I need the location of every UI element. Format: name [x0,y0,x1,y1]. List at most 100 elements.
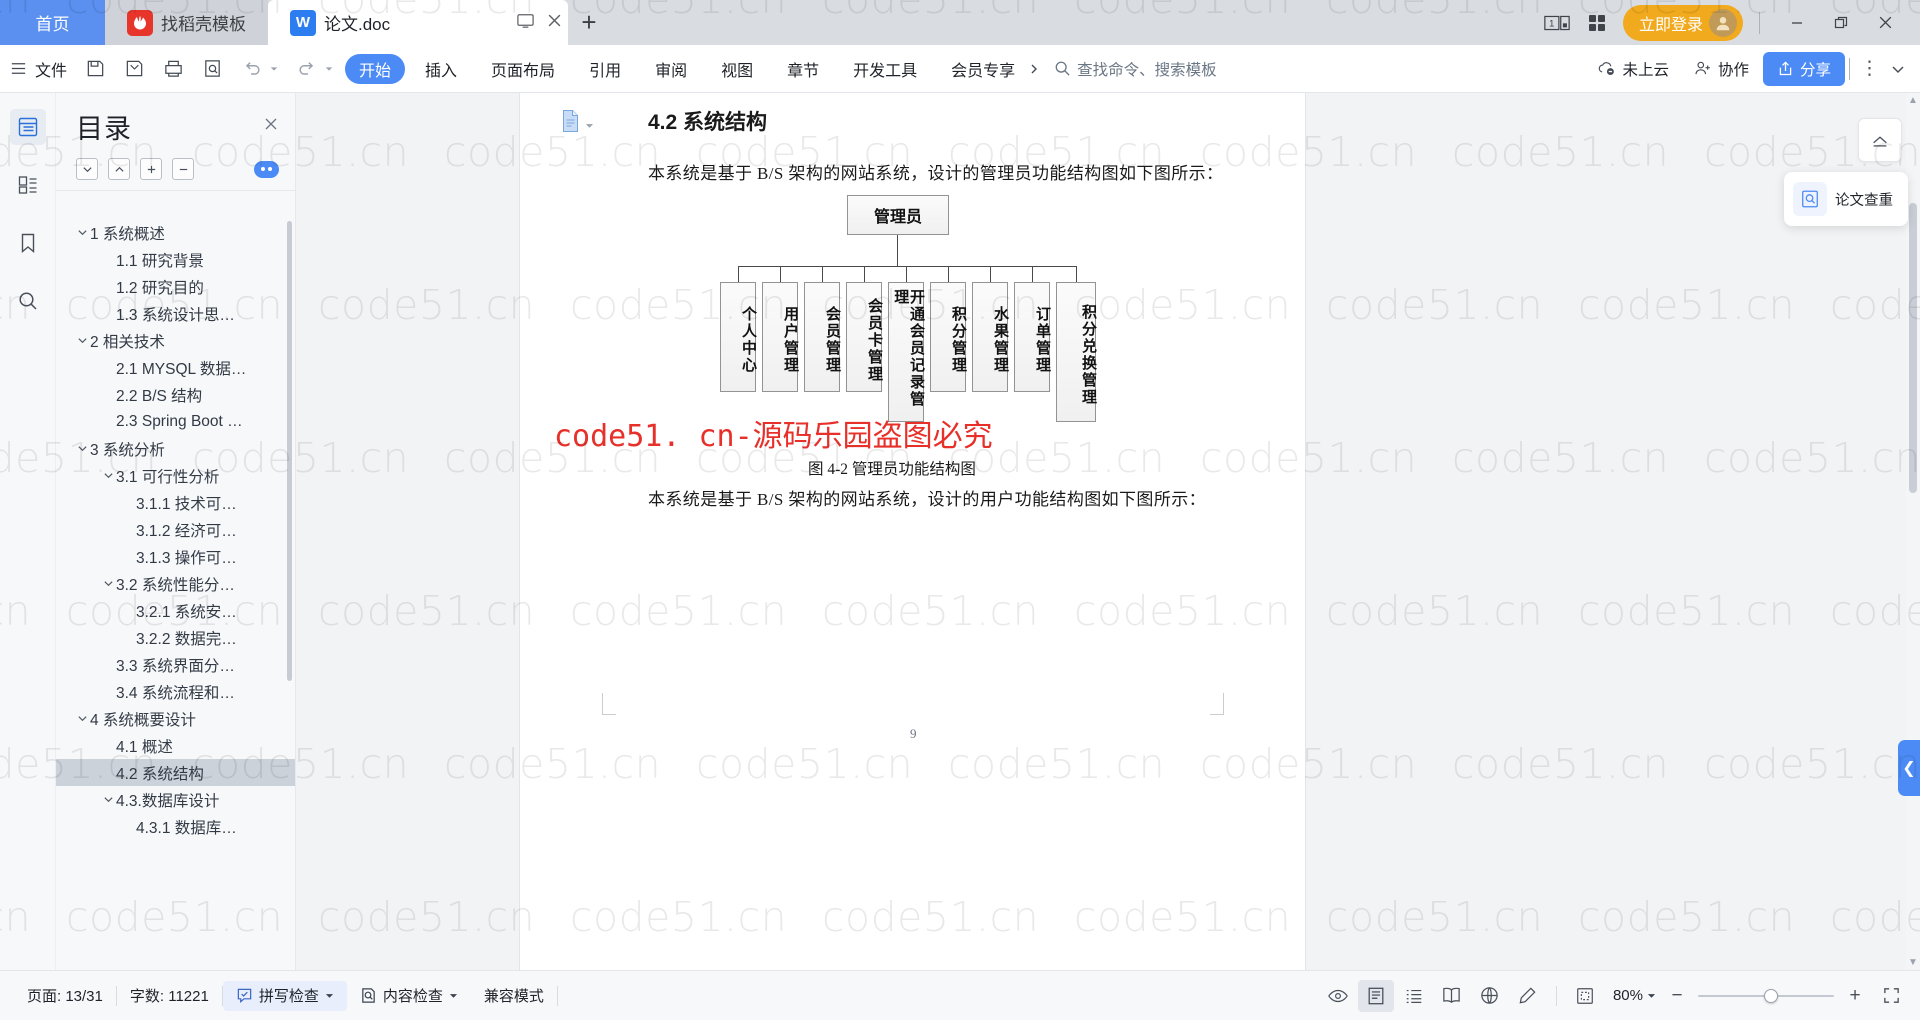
chevron-down-icon[interactable] [74,227,90,238]
chevron-down-icon[interactable] [74,713,90,724]
zoom-slider-knob[interactable] [1764,988,1778,1003]
outline-view-icon[interactable] [1396,980,1432,1012]
chevron-down-icon[interactable] [100,578,116,589]
document-vertical-scrollbar[interactable]: ▲ ▼ [1906,93,1920,970]
chevron-down-icon[interactable] [100,470,116,481]
content-check-button[interactable]: 内容检查 [347,981,471,1011]
redo-icon[interactable] [287,51,342,87]
toc-close-icon[interactable] [263,116,279,138]
zoom-in-button[interactable]: + [1844,985,1866,1007]
scrollbar-thumb[interactable] [1909,203,1917,493]
rail-thumbnail-icon[interactable] [10,167,46,203]
ribbon-tab-view[interactable]: 视图 [707,54,767,84]
right-panel-collapse-button[interactable] [1858,118,1902,162]
split-screen-icon[interactable]: 1 [1543,13,1571,33]
new-tab-button[interactable]: + [568,0,610,45]
ribbon-tab-review[interactable]: 审阅 [641,54,701,84]
tab-cast-icon[interactable] [516,11,535,35]
login-button[interactable]: 立即登录 [1622,4,1743,41]
toc-item[interactable]: 3.2 系统性能分… [56,570,295,597]
toc-item[interactable]: 3.3 系统界面分… [56,651,295,678]
toc-item[interactable]: 3.1 可行性分析 [56,462,295,489]
toc-expand-all-button[interactable] [140,158,162,180]
toc-item[interactable]: 4.1 概述 [56,732,295,759]
chevron-down-icon[interactable] [74,443,90,454]
fullscreen-icon[interactable] [1876,981,1906,1011]
page-view-icon[interactable] [1357,979,1394,1012]
toc-item[interactable]: 4 系统概要设计 [56,705,295,732]
toc-item-list[interactable]: 1 系统概述 1.1 研究背景 1.2 研究目的 1.3 系统设计思… 2 相关技术 2.… [56,190,295,970]
edit-pen-icon[interactable] [1510,980,1546,1012]
save-icon[interactable] [76,51,115,87]
toc-item[interactable]: 2.2 B/S 结构 [56,381,295,408]
ribbon-tab-references[interactable]: 引用 [575,54,635,84]
apps-grid-icon[interactable] [1587,13,1607,33]
ribbon-tab-member[interactable]: 会员专享 [937,54,1029,84]
ribbon-tab-dev-tools[interactable]: 开发工具 [839,54,931,84]
save-as-icon[interactable] [115,51,154,87]
restore-button[interactable] [1820,3,1862,43]
rail-search-icon[interactable] [10,283,46,319]
toc-item[interactable]: 2.3 Spring Boot … [56,408,295,435]
scroll-down-arrow-icon[interactable]: ▼ [1907,957,1919,968]
document-canvas[interactable]: 4.2 系统结构 本系统是基于 B/S 架构的网站系统，设计的管理员功能结构图如… [296,93,1920,970]
toc-expand-down-button[interactable] [76,158,98,180]
collaborate-button[interactable]: 协作 [1683,52,1759,86]
toc-item[interactable]: 3.1.2 经济可… [56,516,295,543]
toc-item[interactable]: 2 相关技术 [56,327,295,354]
reading-view-icon[interactable] [1434,980,1470,1012]
thesis-plagiarism-check-card[interactable]: 论文查重 [1784,172,1908,226]
toc-item[interactable]: 1.1 研究背景 [56,246,295,273]
tab-home[interactable]: 首页 [0,0,105,45]
toc-item[interactable]: 1.3 系统设计思… [56,300,295,327]
right-panel-toggle-handle[interactable]: ❮ [1898,740,1920,796]
minimize-button[interactable] [1776,3,1818,43]
toc-item[interactable]: 1.2 研究目的 [56,273,295,300]
rail-outline-icon[interactable] [9,109,46,145]
toc-item[interactable]: 4.2 系统结构 [56,759,295,786]
ribbon-tab-start[interactable]: 开始 [345,53,406,84]
tab-document-lunwen[interactable]: W 论文.doc [268,0,568,45]
toc-item[interactable]: 3.2.1 系统安… [56,597,295,624]
toc-collapse-all-button[interactable] [172,158,194,180]
zoom-level-button[interactable]: 80% [1613,987,1656,1004]
toc-item[interactable]: 1 系统概述 [56,219,295,246]
spell-check-button[interactable]: 拼写检查 [222,980,347,1011]
print-icon[interactable] [154,51,193,87]
toc-item[interactable]: 4.3.1 数据库… [56,813,295,840]
ribbon-tab-chapter[interactable]: 章节 [773,54,833,84]
chevron-down-icon[interactable] [100,794,116,805]
print-preview-icon[interactable] [193,51,232,87]
search-input[interactable]: 查找命令、搜索模板 [1054,58,1217,80]
cloud-status-button[interactable]: 未上云 [1587,52,1679,86]
toc-item[interactable]: 2.1 MYSQL 数据… [56,354,295,381]
toc-item[interactable]: 3.1.3 操作可… [56,543,295,570]
more-options-icon[interactable]: ⋮ [1854,57,1886,80]
chevron-down-icon[interactable] [74,335,90,346]
zoom-out-button[interactable]: − [1666,985,1688,1007]
toc-item[interactable]: 3 系统分析 [56,435,295,462]
file-menu-button[interactable]: 文件 [0,51,76,87]
toc-item[interactable]: 4.3.数据库设计 [56,786,295,813]
ribbon-tabs-more-icon[interactable] [1028,63,1040,75]
web-view-icon[interactable] [1472,980,1508,1012]
toc-scrollbar-thumb[interactable] [287,221,292,681]
scroll-up-arrow-icon[interactable]: ▲ [1907,95,1919,106]
toc-collapse-up-button[interactable] [108,158,130,180]
fit-page-icon[interactable] [1567,980,1603,1012]
rail-bookmark-icon[interactable] [10,225,46,261]
ribbon-tab-page-layout[interactable]: 页面布局 [477,54,569,84]
toc-item[interactable]: 3.4 系统流程和… [56,678,295,705]
tab-daoke-templates[interactable]: 找稻壳模板 [105,0,268,45]
share-button[interactable]: 分享 [1762,51,1845,86]
tab-close-icon[interactable] [547,13,562,33]
eye-icon[interactable] [1320,980,1356,1012]
zoom-slider[interactable] [1698,988,1834,1004]
toc-options-toggle[interactable] [254,160,279,178]
toc-item[interactable]: 3.2.2 数据完… [56,624,295,651]
toc-item[interactable]: 3.1.1 技术可… [56,489,295,516]
chevron-down-icon[interactable] [1890,61,1910,77]
close-button[interactable] [1864,3,1906,43]
undo-icon[interactable] [232,51,287,87]
document-page[interactable]: 4.2 系统结构 本系统是基于 B/S 架构的网站系统，设计的管理员功能结构图如… [520,93,1305,970]
